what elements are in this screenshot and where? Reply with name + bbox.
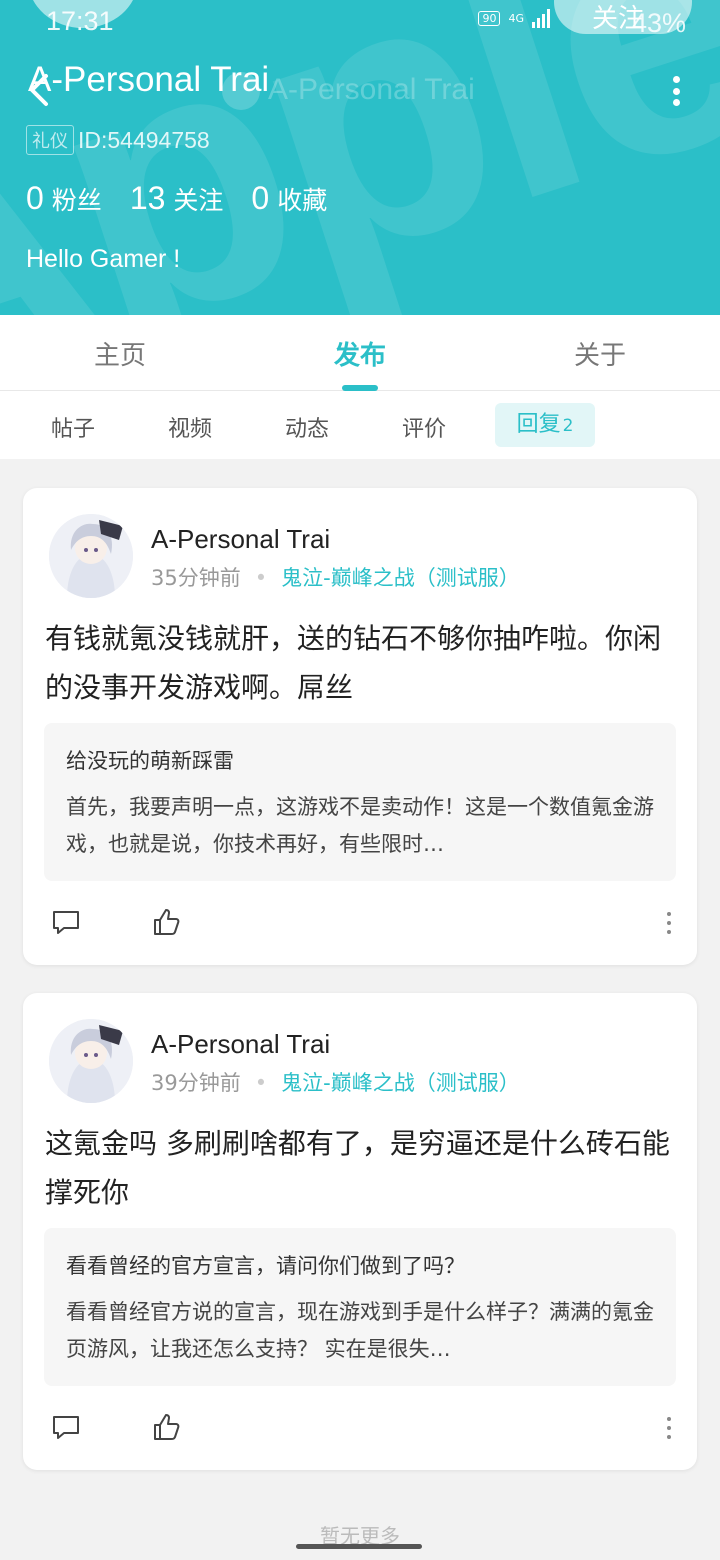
post-card[interactable]: A-Personal Trai 35分钟前 • 鬼泣-巅峰之战（测试服） 有钱就氪没… [23,488,697,965]
profile-stats: 0 粉丝 13 关注 0 收藏 [26,180,327,217]
quoted-post-title: 看看曾经的官方宣言，请问你们做到了吗？ [66,1254,465,1278]
home-indicator[interactable] [296,1544,422,1549]
id-row: 礼仪 ID:54494758 [26,125,210,155]
network-4g-label: 4G [508,11,524,25]
user-id: ID:54494758 [78,126,210,153]
stat-following[interactable]: 13 关注 [130,180,224,217]
subtab-posts[interactable]: 帖子 [51,411,95,443]
avatar[interactable] [49,1019,133,1103]
subtab-replies-label: 回复 [516,412,561,437]
stat-fans[interactable]: 0 粉丝 [26,180,102,217]
thumbs-up-icon[interactable] [151,906,183,938]
status-icons: 90 4G [478,8,550,28]
post-more-icon[interactable] [665,1417,673,1439]
post-content[interactable]: 有钱就氪没钱就肝，送的钻石不够你抽咋啦。你闲的没事开发游戏啊。屌丝 [45,614,675,712]
id-badge: 礼仪 [26,125,74,155]
post-meta: 35分钟前 • 鬼泣-巅峰之战（测试服） [151,566,520,590]
subtab-reviews[interactable]: 评价 [402,411,446,443]
page-title: A-Personal Trai [28,60,270,99]
subtab-replies[interactable]: 回复 2 [495,403,595,447]
hd-icon: 90 [478,10,501,26]
tab-published[interactable]: 发布 [300,335,420,372]
more-options-icon[interactable] [668,76,684,106]
subtab-replies-count: 2 [562,416,574,436]
comment-icon[interactable] [50,1411,82,1443]
quoted-post[interactable]: 给没玩的萌新踩雷 首先，我要声明一点，这游戏不是卖动作！这是一个数值氪金游戏，也… [44,723,676,881]
battery-level: 43% [631,8,686,38]
post-actions [23,1411,697,1451]
post-actions [23,906,697,946]
post-content[interactable]: 这氪金吗 多刷刷啥都有了，是穷逼还是什么砖石能撑死你 [45,1119,675,1217]
post-time: 39分钟前 [151,1071,241,1095]
avatar[interactable] [49,514,133,598]
profile-header: Apple 17:31 关注 90 4G 43% A-Personal Trai… [0,0,720,315]
post-time: 35分钟前 [151,566,241,590]
post-author[interactable]: A-Personal Trai [151,524,330,555]
post-author[interactable]: A-Personal Trai [151,1029,330,1060]
comment-icon[interactable] [50,906,82,938]
quoted-post-body: 看看曾经官方说的宣言，现在游戏到手是什么样子？满满的氪金页游风，让我还怎么支持？… [66,1300,654,1361]
status-time: 17:31 [46,6,114,36]
post-card[interactable]: A-Personal Trai 39分钟前 • 鬼泣-巅峰之战（测试服） 这氪金吗 … [23,993,697,1470]
post-meta: 39分钟前 • 鬼泣-巅峰之战（测试服） [151,1071,520,1095]
quoted-post-body: 首先，我要声明一点，这游戏不是卖动作！这是一个数值氪金游戏，也就是说，你技术再好… [66,795,654,856]
signal-icon [532,8,550,28]
post-game-link[interactable]: 鬼泣-巅峰之战（测试服） [281,566,520,590]
subtab-videos[interactable]: 视频 [168,411,212,443]
thumbs-up-icon[interactable] [151,1411,183,1443]
status-bar: 17:31 关注 90 4G 43% [0,0,720,48]
tab-about[interactable]: 关于 [540,335,660,372]
stat-favorites[interactable]: 0 收藏 [251,180,327,217]
main-tabs: 主页 发布 关于 [0,315,720,391]
post-game-link[interactable]: 鬼泣-巅峰之战（测试服） [281,1071,520,1095]
tab-home[interactable]: 主页 [60,335,180,372]
user-bio: Hello Gamer ! [26,245,181,273]
sub-tabs: 帖子 视频 动态 评价 回复 2 [0,391,720,459]
subtab-moments[interactable]: 动态 [285,411,329,443]
quoted-post-title: 给没玩的萌新踩雷 [66,749,234,773]
quoted-post[interactable]: 看看曾经的官方宣言，请问你们做到了吗？ 看看曾经官方说的宣言，现在游戏到手是什么… [44,1228,676,1386]
post-more-icon[interactable] [665,912,673,934]
